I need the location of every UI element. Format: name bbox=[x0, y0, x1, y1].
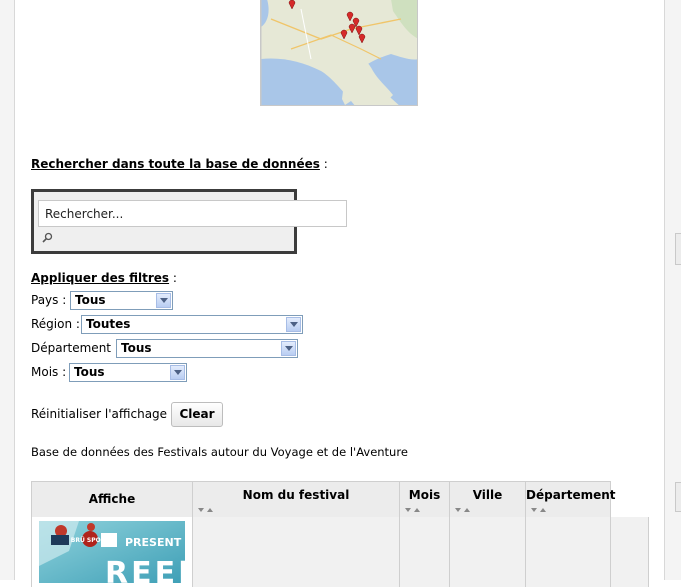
month-select-value: Tous bbox=[74, 365, 105, 379]
search-heading: Rechercher dans toute la base de données… bbox=[31, 157, 328, 171]
chevron-down-icon[interactable] bbox=[281, 341, 296, 356]
column-header-department[interactable]: Département bbox=[526, 481, 616, 517]
region-select[interactable]: Toutes bbox=[81, 315, 303, 334]
sort-arrows-icon[interactable] bbox=[405, 507, 421, 513]
left-frame-border bbox=[0, 0, 15, 580]
department-label: Département : bbox=[31, 341, 119, 355]
right-frame-border bbox=[664, 0, 681, 580]
festival-map-thumbnail[interactable] bbox=[260, 0, 418, 106]
chevron-down-icon[interactable] bbox=[156, 293, 171, 308]
department-select-value: Tous bbox=[121, 341, 152, 355]
table-cell-department bbox=[526, 517, 611, 587]
column-header-poster[interactable]: Affiche bbox=[31, 481, 193, 517]
column-header-month[interactable]: Mois bbox=[400, 481, 450, 517]
country-label: Pays : bbox=[31, 293, 67, 307]
magnifier-icon[interactable] bbox=[42, 232, 53, 243]
month-select[interactable]: Tous bbox=[69, 363, 187, 382]
column-header-festival-name[interactable]: Nom du festival bbox=[193, 481, 400, 517]
table-cell-festival-name bbox=[193, 517, 400, 587]
department-select[interactable]: Tous bbox=[116, 339, 298, 358]
svg-text:REEL: REEL bbox=[105, 556, 185, 583]
chevron-down-icon[interactable] bbox=[170, 365, 185, 380]
country-select-value: Tous bbox=[75, 293, 106, 307]
filters-heading: Appliquer des filtres : bbox=[31, 271, 177, 285]
month-label: Mois : bbox=[31, 365, 67, 379]
festival-poster-image[interactable]: BRÜ SPORT PRESENT REEL bbox=[39, 521, 185, 583]
column-header-city[interactable]: Ville bbox=[450, 481, 526, 517]
table-cell-month bbox=[400, 517, 450, 587]
database-caption: Base de données des Festivals autour du … bbox=[31, 445, 408, 459]
sort-arrows-icon[interactable] bbox=[455, 507, 471, 513]
clear-button[interactable]: Clear bbox=[171, 402, 223, 427]
reset-label: Réinitialiser l'affichage : bbox=[31, 407, 175, 421]
sort-arrows-icon[interactable] bbox=[531, 507, 547, 513]
table-cell-extra bbox=[611, 517, 649, 587]
chevron-down-icon[interactable] bbox=[286, 317, 301, 332]
table-cell-city bbox=[450, 517, 526, 587]
sort-arrows-icon[interactable] bbox=[198, 507, 214, 513]
svg-text:PRESENT: PRESENT bbox=[125, 536, 182, 549]
region-select-value: Toutes bbox=[86, 317, 131, 331]
region-label: Région : bbox=[31, 317, 80, 331]
country-select[interactable]: Tous bbox=[70, 291, 173, 310]
search-input[interactable]: Rechercher... bbox=[38, 200, 347, 227]
